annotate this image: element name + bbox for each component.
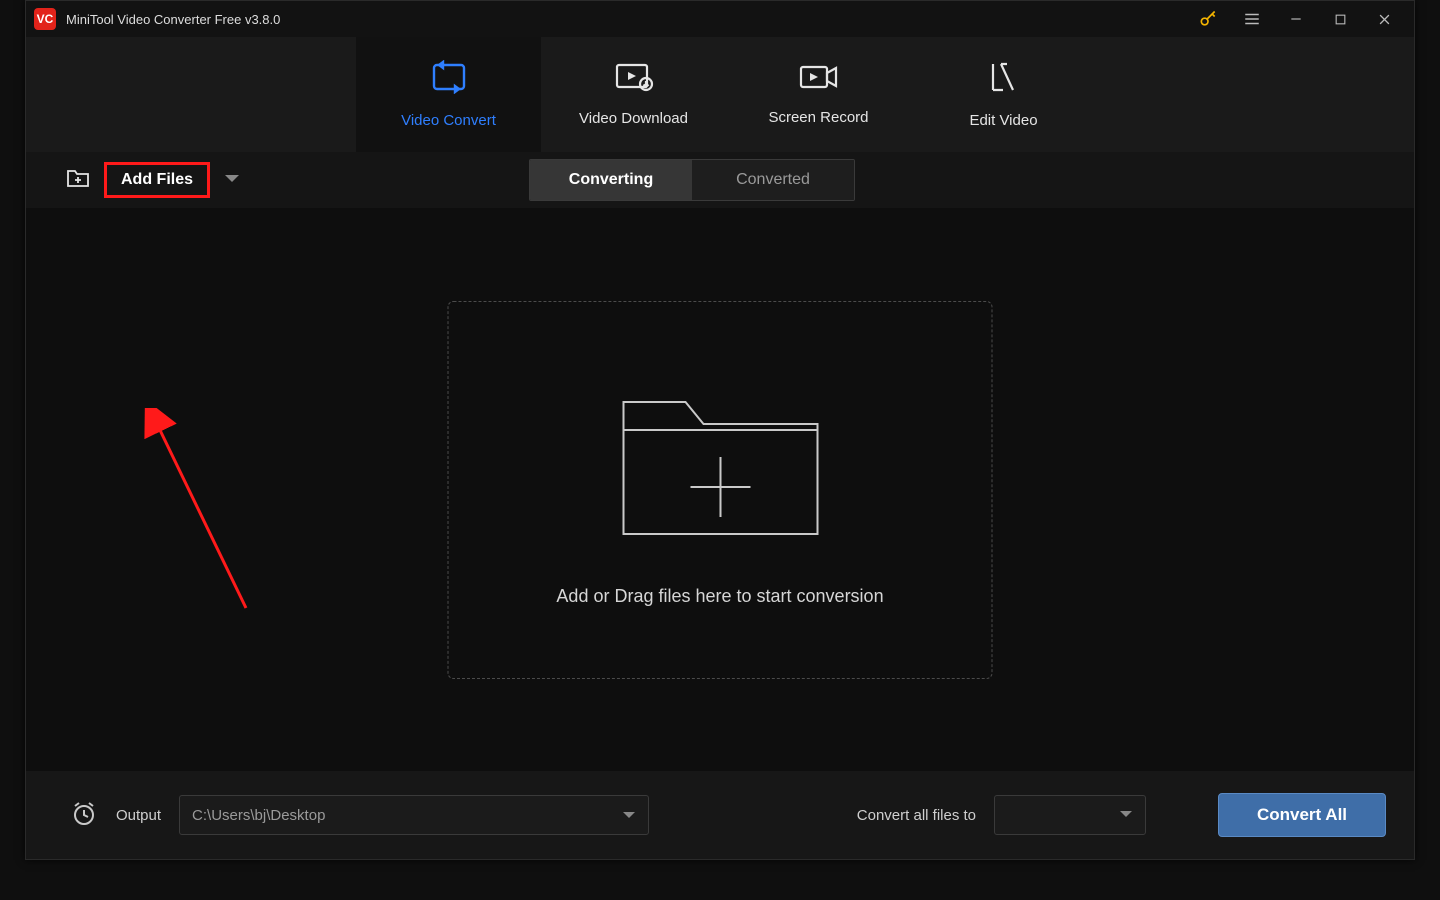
chevron-down-icon [622,807,636,824]
minimize-button[interactable] [1274,1,1318,37]
app-window: VC MiniTool Video Converter Free v3.8.0 [25,0,1415,860]
segment-converting[interactable]: Converting [530,160,692,200]
output-format-select[interactable] [994,795,1146,835]
record-icon [798,63,840,95]
output-path-select[interactable]: C:\Users\bj\Desktop [179,795,649,835]
tab-screen-record[interactable]: Screen Record [726,37,911,152]
output-label: Output [116,807,161,824]
close-button[interactable] [1362,1,1406,37]
chevron-down-icon [1119,806,1133,824]
edit-icon [987,60,1021,98]
add-folder-icon[interactable] [66,167,90,194]
footer-bar: Output C:\Users\bj\Desktop Convert all f… [26,771,1414,859]
schedule-icon[interactable] [70,799,98,832]
titlebar: VC MiniTool Video Converter Free v3.8.0 [26,1,1414,37]
maximize-button[interactable] [1318,1,1362,37]
tab-label: Video Convert [401,112,496,129]
add-files-dropdown-caret[interactable] [224,171,240,189]
tab-video-download[interactable]: Video Download [541,37,726,152]
annotation-arrow-icon [136,408,266,618]
subbar: Add Files Converting Converted [26,152,1414,208]
tab-video-convert[interactable]: Video Convert [356,37,541,152]
dropzone-text: Add or Drag files here to start conversi… [556,586,883,607]
folder-plus-icon [615,372,825,552]
add-files-group: Add Files [66,162,240,198]
tab-edit-video[interactable]: Edit Video [911,37,1096,152]
output-path-value: C:\Users\bj\Desktop [192,807,622,824]
tab-label: Screen Record [768,109,868,126]
canvas-area: Add or Drag files here to start conversi… [26,208,1414,771]
dropzone[interactable]: Add or Drag files here to start conversi… [448,301,993,679]
tab-label: Video Download [579,110,688,127]
main-tabs: Video Convert Video Download [26,37,1414,152]
conversion-state-segmented: Converting Converted [529,159,855,201]
convert-all-button[interactable]: Convert All [1218,793,1386,837]
activate-key-button[interactable] [1186,1,1230,37]
app-logo-icon: VC [34,8,56,30]
convert-all-label: Convert all files to [857,807,976,824]
menu-button[interactable] [1230,1,1274,37]
download-icon [614,62,654,96]
add-files-button[interactable]: Add Files [104,162,210,198]
convert-icon [429,60,469,98]
app-title: MiniTool Video Converter Free v3.8.0 [66,12,280,27]
segment-converted[interactable]: Converted [692,160,854,200]
tab-label: Edit Video [969,112,1037,129]
